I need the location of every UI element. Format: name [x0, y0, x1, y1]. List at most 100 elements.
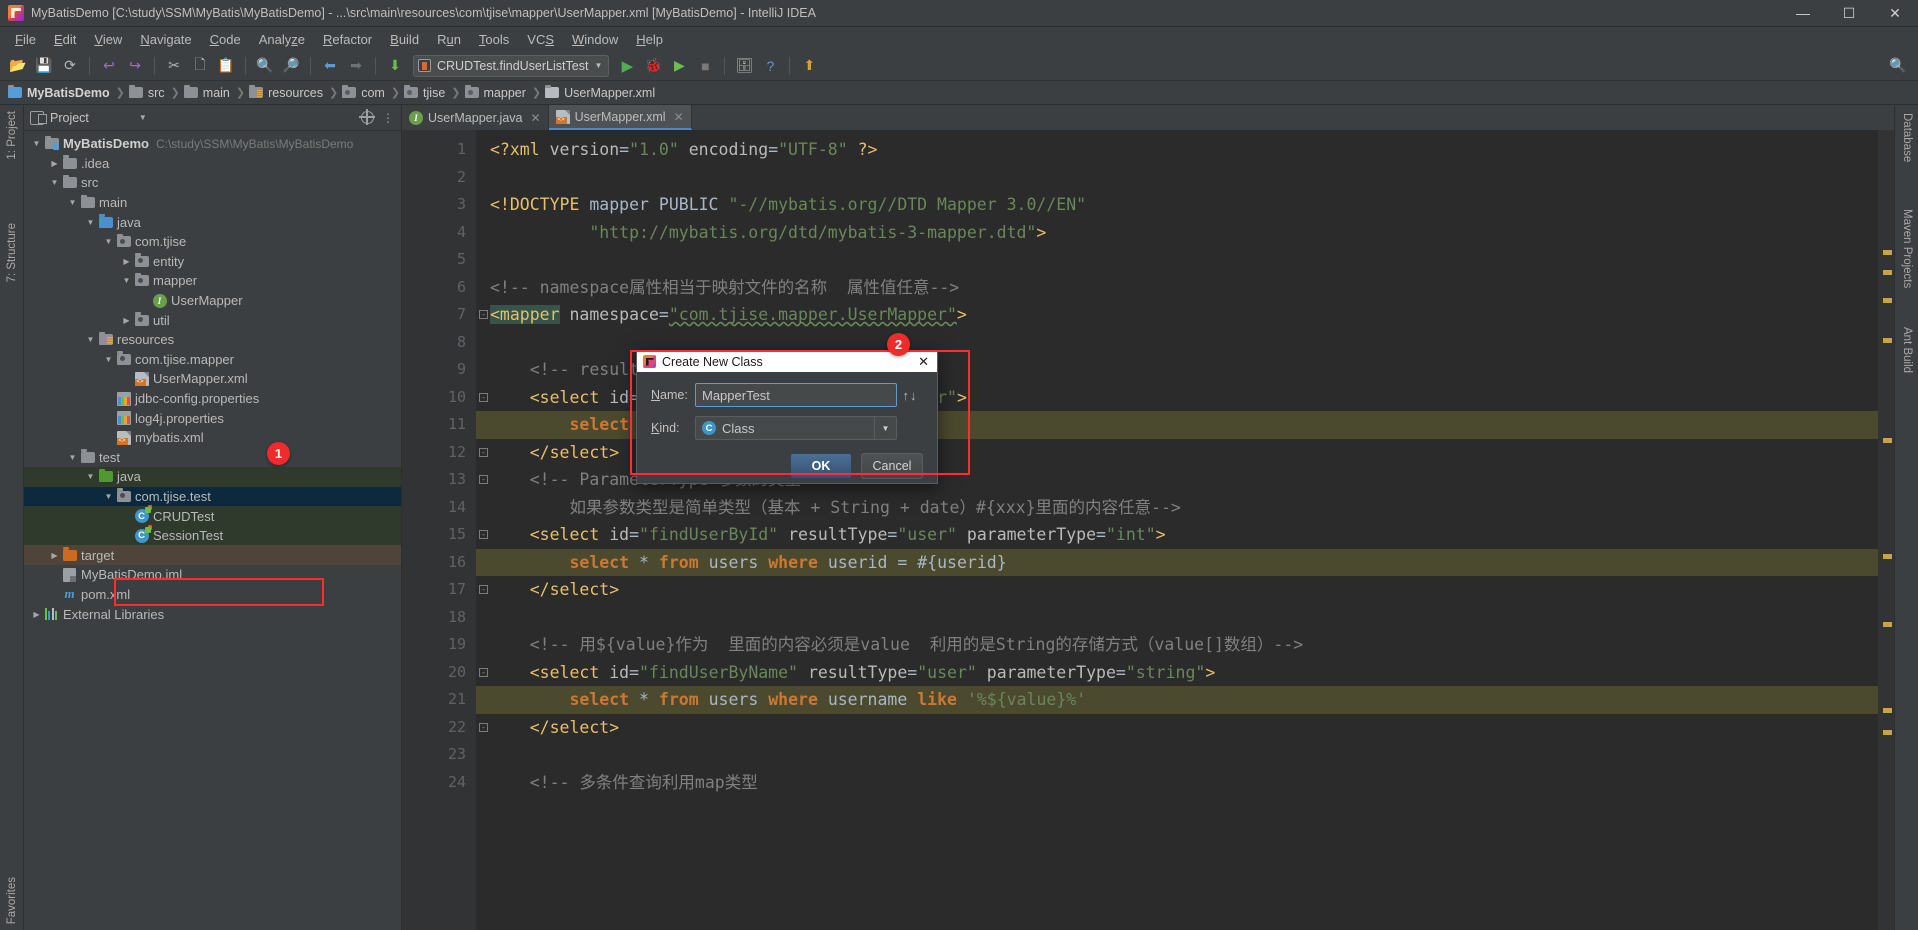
menu-window[interactable]: Window [563, 30, 627, 49]
forward-icon[interactable]: ➡ [344, 54, 368, 78]
tree-twisty-icon[interactable]: ▶ [48, 551, 61, 560]
breadcrumb-item-usermapper-xml[interactable]: UserMapper.xml [543, 85, 659, 100]
chevron-down-icon[interactable]: ▼ [874, 417, 896, 439]
line-number[interactable]: 15- [402, 521, 488, 549]
tree-twisty-icon[interactable]: ▼ [102, 492, 115, 501]
tree-twisty-icon[interactable]: ▼ [66, 198, 79, 207]
tool-window-structure[interactable]: 7: Structure [6, 223, 18, 282]
run-icon[interactable]: ▶ [615, 54, 639, 78]
tree-item-main[interactable]: ▼ main [24, 193, 401, 213]
code-line[interactable]: <!DOCTYPE mapper PUBLIC "-//mybatis.org/… [476, 191, 1878, 219]
code-line[interactable]: select * from users where username like … [476, 686, 1878, 714]
save-icon[interactable]: 💾 [32, 54, 56, 78]
tree-item-mapper[interactable]: ▼ mapper [24, 271, 401, 291]
line-number[interactable]: 3 [402, 191, 476, 219]
close-icon[interactable]: ✕ [674, 110, 684, 124]
line-number[interactable]: 10- [402, 384, 488, 412]
menu-help[interactable]: Help [627, 30, 672, 49]
update-icon[interactable]: ⬆ [797, 54, 821, 78]
tree-twisty-icon[interactable]: ▶ [120, 316, 133, 325]
code-line[interactable]: </select> [476, 714, 1878, 742]
code-line[interactable]: 如果参数类型是简单类型（基本 + String + date）#{xxx}里面的… [476, 494, 1878, 522]
tree-item-external-libraries[interactable]: ▶ External Libraries [24, 604, 401, 624]
line-number[interactable]: 24 [402, 769, 476, 797]
maximize-button[interactable]: ☐ [1826, 0, 1872, 27]
line-number[interactable]: 9 [402, 356, 476, 384]
tool-window-project[interactable]: 1: Project [6, 111, 18, 160]
code-content[interactable]: <?xml version="1.0" encoding="UTF-8" ?> … [476, 130, 1878, 930]
tree-twisty-icon[interactable]: ▼ [120, 276, 133, 285]
back-icon[interactable]: ⬅ [318, 54, 342, 78]
marker[interactable] [1883, 250, 1892, 255]
tool-window-maven[interactable]: Maven Projects [1895, 209, 1918, 288]
tool-window-ant[interactable]: Ant Build [1895, 327, 1918, 373]
open-folder-icon[interactable]: 📂 [6, 54, 30, 78]
redo-icon[interactable]: ↪ [123, 54, 147, 78]
breadcrumb-item-mapper[interactable]: mapper [463, 85, 530, 100]
marker[interactable] [1883, 554, 1892, 559]
tool-window-database[interactable]: Database [1895, 113, 1918, 162]
tree-item-log4j-properties[interactable]: log4j.properties [24, 408, 401, 428]
line-number[interactable]: 5 [402, 246, 476, 274]
editor-tab-usermapper-java[interactable]: I UserMapper.java ✕ [402, 105, 549, 130]
debug-icon[interactable]: 🐞 [641, 54, 665, 78]
line-number[interactable]: 12- [402, 439, 488, 467]
run-configuration-selector[interactable]: CRUDTest.findUserListTest ▼ [413, 54, 610, 77]
code-line[interactable]: <!-- namespace属性相当于映射文件的名称 属性值任意--> [476, 274, 1878, 302]
tree-twisty-icon[interactable]: ▼ [48, 178, 61, 187]
find-icon[interactable]: 🔍 [253, 54, 277, 78]
code-line[interactable]: <!-- 用${value}作为 里面的内容必须是value 利用的是Strin… [476, 631, 1878, 659]
line-number[interactable]: 20- [402, 659, 488, 687]
search-everywhere-icon[interactable]: 🔍 [1886, 54, 1910, 78]
line-number[interactable]: 14 [402, 494, 476, 522]
project-tree[interactable]: ▼ MyBatisDemo C:\study\SSM\MyBatis\MyBatis… [24, 131, 401, 930]
code-line[interactable]: <select id="findUserByName" resultType="… [476, 659, 1878, 687]
code-line[interactable] [476, 741, 1878, 769]
menu-vcs[interactable]: VCS [518, 30, 563, 49]
tree-twisty-icon[interactable]: ▼ [84, 335, 97, 344]
menu-analyze[interactable]: Analyze [250, 30, 314, 49]
close-icon[interactable]: ✕ [916, 355, 931, 368]
line-number[interactable]: 6 [402, 274, 476, 302]
more-options-icon[interactable]: ⋮ [382, 111, 395, 125]
line-number[interactable]: 13- [402, 466, 488, 494]
menu-view[interactable]: View [85, 30, 131, 49]
line-number[interactable]: 17- [402, 576, 488, 604]
menu-refactor[interactable]: Refactor [314, 30, 381, 49]
line-number[interactable]: 2 [402, 164, 476, 192]
run-coverage-icon[interactable]: ▶ [667, 54, 691, 78]
tree-item-com-tjise-mapper[interactable]: ▼ com.tjise.mapper [24, 350, 401, 370]
stop-icon[interactable]: ■ [693, 54, 717, 78]
tool-window-favorites[interactable]: Favorites [6, 877, 18, 924]
breadcrumb-item-tjise[interactable]: tjise [402, 85, 449, 100]
kind-select[interactable]: C Class ▼ [695, 416, 897, 440]
code-line[interactable]: <select id="findUserById" resultType="us… [476, 521, 1878, 549]
sync-icon[interactable]: ⟳ [58, 54, 82, 78]
menu-edit[interactable]: Edit [45, 30, 85, 49]
tree-item-resources[interactable]: ▼ resources [24, 330, 401, 350]
minimize-button[interactable]: — [1780, 0, 1826, 27]
marker[interactable] [1883, 338, 1892, 343]
tree-item-test[interactable]: ▼ test [24, 448, 401, 468]
profile-icon[interactable]: 🗄 [732, 54, 756, 78]
code-line[interactable]: </select> [476, 576, 1878, 604]
menu-navigate[interactable]: Navigate [131, 30, 200, 49]
line-number[interactable]: 19 [402, 631, 476, 659]
breadcrumb-item-resources[interactable]: resources [247, 85, 327, 100]
tree-item-mybatisdemo-iml[interactable]: MyBatisDemo.iml [24, 565, 401, 585]
marker[interactable] [1883, 438, 1892, 443]
code-line[interactable]: <mapper namespace="com.tjise.mapper.User… [476, 301, 1878, 329]
close-icon[interactable]: ✕ [531, 111, 541, 125]
breadcrumb-item-main[interactable]: main [182, 85, 234, 100]
tree-item--idea[interactable]: ▶ .idea [24, 154, 401, 174]
line-number[interactable]: 8 [402, 329, 476, 357]
tree-item-usermapper-xml[interactable]: UserMapper.xml [24, 369, 401, 389]
line-number[interactable]: 11 [402, 411, 476, 439]
tree-twisty-icon[interactable]: ▼ [102, 237, 115, 246]
line-number[interactable]: 16 [402, 549, 476, 577]
line-number[interactable]: 7- [402, 301, 488, 329]
tree-twisty-icon[interactable]: ▼ [30, 139, 43, 148]
line-number[interactable]: 1 [402, 136, 476, 164]
tree-item-pom-xml[interactable]: m pom.xml [24, 585, 401, 605]
breadcrumb-item-com[interactable]: com [340, 85, 389, 100]
